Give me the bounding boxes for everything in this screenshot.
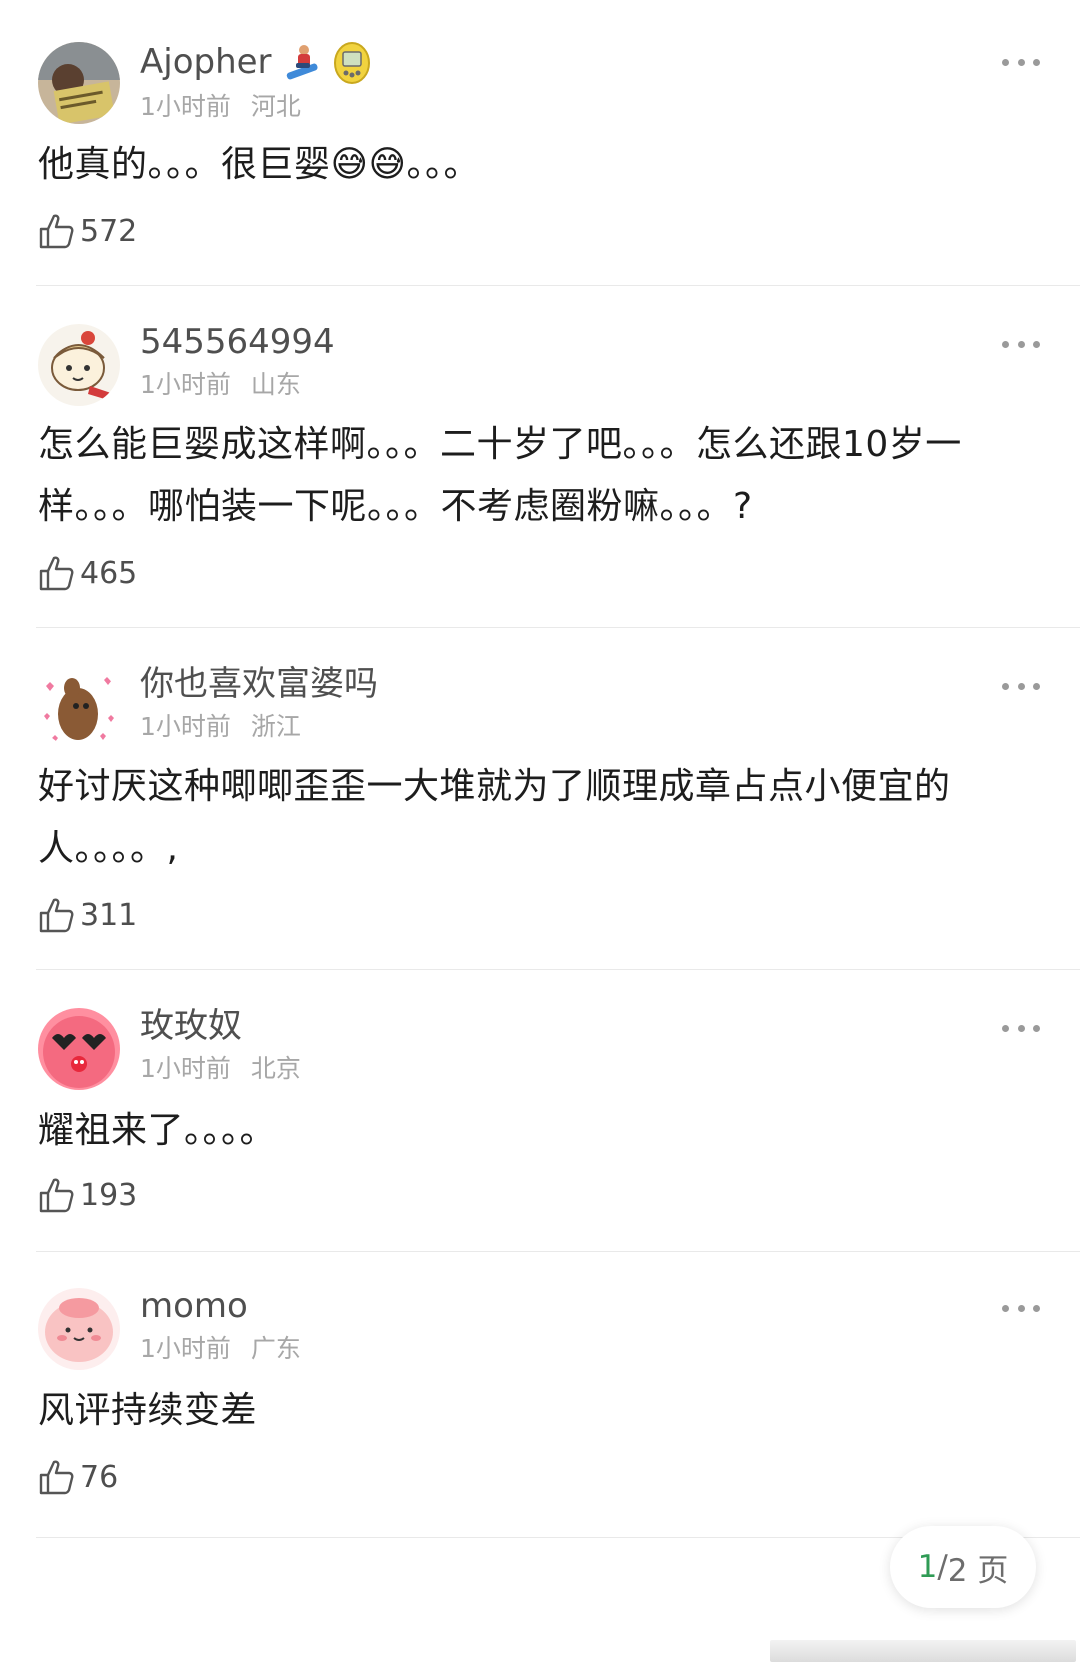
comment-time: 1小时前 <box>140 1334 231 1363</box>
username[interactable]: Ajopher <box>140 40 372 84</box>
like-count: 193 <box>80 1177 138 1213</box>
bottom-edge-bar <box>770 1640 1076 1662</box>
snowboarder-badge-icon <box>286 45 318 80</box>
dot-icon <box>1033 1304 1040 1312</box>
comment-meta: 1小时前 浙江 <box>140 712 378 742</box>
current-page: 1 <box>917 1549 938 1585</box>
more-options-button[interactable] <box>1002 338 1040 350</box>
dot-icon <box>1033 58 1040 66</box>
dot-icon <box>1017 340 1025 348</box>
comment-location: 广东 <box>250 1334 301 1363</box>
comment-location: 河北 <box>250 92 301 121</box>
avatar[interactable] <box>38 666 120 748</box>
comment-list: Ajopher 1小时前 河北 他真的。。。很巨婴😅😅。。。 572 54556… <box>0 0 1080 1538</box>
comment-item: 你也喜欢富婆吗 1小时前 浙江 好讨厌这种唧唧歪歪一大堆就为了顺理成章占点小便宜… <box>36 628 1080 970</box>
dot-icon <box>1017 682 1025 690</box>
comment-meta: 1小时前 广东 <box>140 1334 301 1364</box>
comment-location: 浙江 <box>250 712 301 741</box>
like-button[interactable]: 465 <box>38 554 137 592</box>
thumbs-up-icon <box>39 898 74 933</box>
pink-face-avatar-icon <box>38 1008 120 1090</box>
dot-icon <box>1002 58 1009 66</box>
avatar[interactable] <box>38 42 120 124</box>
total-pages: 2 页 <box>947 1552 1009 1589</box>
dot-icon <box>1033 340 1040 348</box>
tamagotchi-badge-icon <box>333 42 370 84</box>
comment-text: 风评持续变差 <box>38 1390 258 1431</box>
comment-item: momo 1小时前 广东 风评持续变差 76 <box>36 1252 1080 1538</box>
dot-icon <box>1017 1024 1025 1032</box>
comment-meta: 1小时前 山东 <box>140 370 335 400</box>
username[interactable]: 你也喜欢富婆吗 <box>140 664 378 704</box>
thumbs-up-icon <box>39 1178 74 1213</box>
more-options-button[interactable] <box>1002 680 1040 692</box>
peach-avatar-icon <box>38 1288 120 1370</box>
comment-text: 怎么能巨婴成这样啊。。。二十岁了吧。。。怎么还跟10岁一样。。。哪怕装一下呢。。… <box>38 424 962 527</box>
more-options-button[interactable] <box>1002 1302 1040 1314</box>
thumbs-up-icon <box>39 214 74 249</box>
dot-icon <box>1002 1024 1009 1032</box>
more-options-button[interactable] <box>1002 56 1040 68</box>
dot-icon <box>1033 682 1040 690</box>
like-button[interactable]: 572 <box>38 212 137 250</box>
username[interactable]: 玫玫奴 <box>140 1006 301 1046</box>
dot-icon <box>1017 58 1025 66</box>
dot-icon <box>1033 1024 1040 1032</box>
dot-icon <box>1017 1304 1025 1312</box>
like-count: 465 <box>80 555 138 591</box>
comment-location: 北京 <box>250 1054 301 1083</box>
comment-time: 1小时前 <box>140 370 231 399</box>
avatar-photo-icon <box>38 42 120 124</box>
avatar[interactable] <box>38 1288 120 1370</box>
comment-text: 好讨厌这种唧唧歪歪一大堆就为了顺理成章占点小便宜的人。。。。, <box>38 766 951 869</box>
comment-item: 545564994 1小时前 山东 怎么能巨婴成这样啊。。。二十岁了吧。。。怎么… <box>36 286 1080 628</box>
comment-time: 1小时前 <box>140 712 231 741</box>
page-separator: / <box>937 1549 948 1585</box>
like-button[interactable]: 193 <box>38 1176 137 1214</box>
dot-icon <box>1002 682 1009 690</box>
cartoon-avatar-icon <box>38 324 120 406</box>
comment-item: 玫玫奴 1小时前 北京 耀祖来了。。。。 193 <box>36 970 1080 1252</box>
like-count: 572 <box>80 213 138 249</box>
thumbs-up-icon <box>39 1460 74 1495</box>
finger-heart-avatar-icon <box>38 666 120 748</box>
like-button[interactable]: 311 <box>38 896 137 934</box>
comment-meta: 1小时前 河北 <box>140 92 372 122</box>
username[interactable]: momo <box>140 1286 301 1326</box>
comment-time: 1小时前 <box>140 1054 231 1083</box>
page-indicator[interactable]: 1/2 页 <box>890 1526 1036 1608</box>
like-count: 311 <box>80 897 138 933</box>
comment-item: Ajopher 1小时前 河北 他真的。。。很巨婴😅😅。。。 572 <box>36 0 1080 286</box>
avatar[interactable] <box>38 324 120 406</box>
dot-icon <box>1002 340 1009 348</box>
avatar[interactable] <box>38 1008 120 1090</box>
dot-icon <box>1002 1304 1009 1312</box>
more-options-button[interactable] <box>1002 1022 1040 1034</box>
comment-meta: 1小时前 北京 <box>140 1054 301 1084</box>
like-count: 76 <box>80 1459 119 1495</box>
comment-text: 他真的。。。很巨婴😅😅。。。 <box>38 144 481 185</box>
like-button[interactable]: 76 <box>38 1458 118 1496</box>
comment-time: 1小时前 <box>140 92 231 121</box>
comment-text: 耀祖来了。。。。 <box>38 1110 277 1151</box>
thumbs-up-icon <box>39 556 74 591</box>
username[interactable]: 545564994 <box>140 322 335 362</box>
comment-location: 山东 <box>250 370 301 399</box>
